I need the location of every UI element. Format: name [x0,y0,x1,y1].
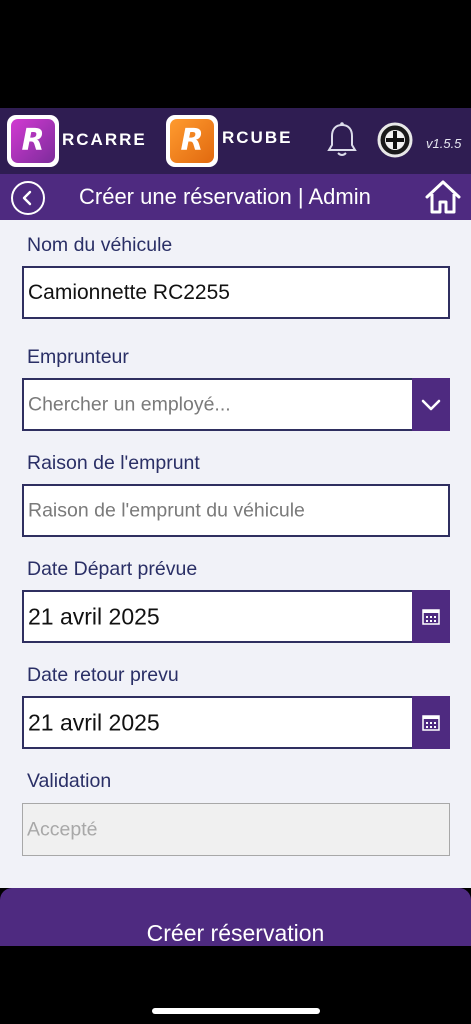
return-date-value: 21 avril 2025 [28,709,160,735]
departure-date-value: 21 avril 2025 [28,603,160,629]
chevron-down-icon [421,399,441,410]
borrower-placeholder: Chercher un employé... [28,393,231,415]
vehicle-name-value: Camionnette RC2255 [28,280,230,304]
validation-value: Accepté [27,818,98,840]
version-label: v1.5.5 [426,136,462,151]
reason-placeholder: Raison de l'emprunt du véhicule [28,499,305,521]
departure-calendar-button[interactable] [412,590,450,643]
borrower-select[interactable]: Chercher un employé... [22,378,450,431]
app-screen: R RCARRE R RCUBE v1.5.5 Créer une réserv… [0,0,471,1024]
validation-label: Validation [27,770,112,792]
return-date-label: Date retour prevu [27,664,179,686]
home-icon[interactable] [423,178,463,216]
rcube-logo-letter: R [180,123,204,158]
create-reservation-label: Créer réservation [146,920,325,946]
validation-field: Accepté [22,803,450,856]
rcarre-logo[interactable]: R [7,115,59,167]
calendar-icon [422,714,440,731]
vehicle-label: Nom du véhicule [27,234,173,256]
vehicle-name-field[interactable]: Camionnette RC2255 [22,266,450,319]
rcarre-logo-letter: R [21,123,45,158]
reason-field[interactable]: Raison de l'emprunt du véhicule [22,484,450,537]
borrower-label: Emprunteur [27,346,129,368]
calendar-icon [422,608,440,625]
page-title: Créer une réservation | Admin [79,184,371,209]
borrower-dropdown-button[interactable] [412,378,450,431]
return-calendar-button[interactable] [412,696,450,749]
brand-rcarre-text: RCARRE [62,130,147,149]
brand-rcube-text: RCUBE [222,128,293,147]
home-indicator[interactable] [152,1008,320,1014]
create-reservation-button[interactable]: Créer réservation [0,888,471,948]
return-date-field[interactable]: 21 avril 2025 [22,696,450,749]
powered-icon[interactable] [377,122,413,158]
reason-label: Raison de l'emprunt [27,452,200,474]
back-button[interactable] [11,181,45,215]
reservation-form: Nom du véhicule Camionnette RC2255 Empru… [0,220,471,888]
back-icon [22,190,32,206]
departure-date-label: Date Départ prévue [27,558,198,580]
rcube-logo[interactable]: R [166,115,218,167]
bell-icon[interactable] [326,121,358,159]
departure-date-field[interactable]: 21 avril 2025 [22,590,450,643]
